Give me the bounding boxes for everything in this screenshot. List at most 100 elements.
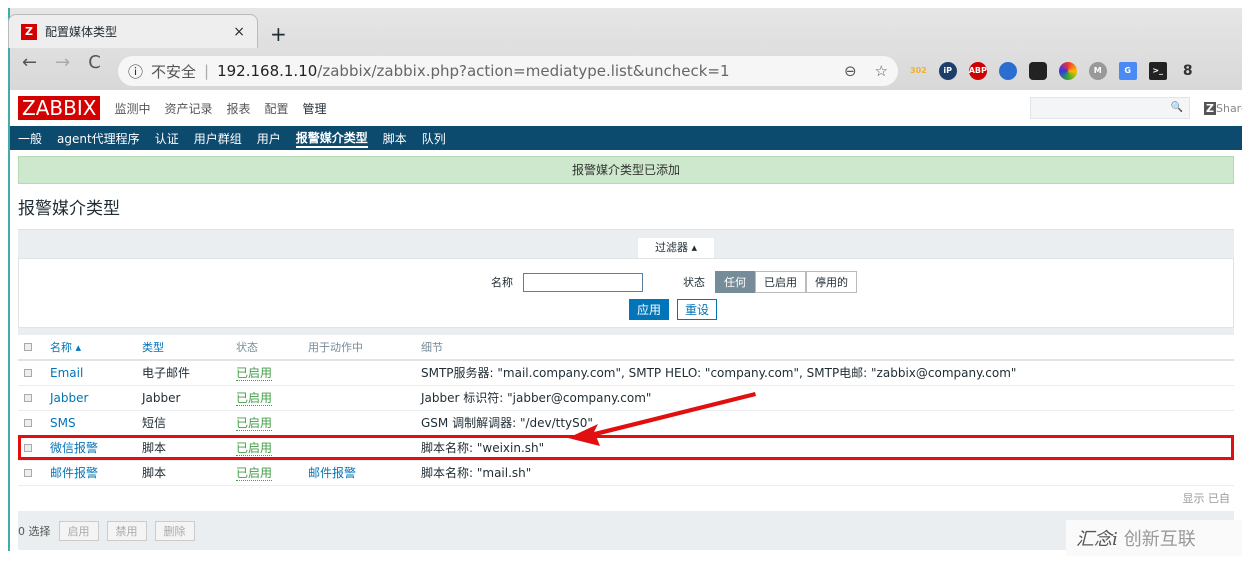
media-type-name-link[interactable]: Email	[50, 360, 142, 386]
row-checkbox[interactable]	[24, 368, 32, 377]
302-extension-icon[interactable]: 302	[910, 62, 927, 80]
filter-body: 名称 状态 任何 已启用 停用的 应用 重设	[18, 258, 1234, 328]
status-toggle[interactable]: 已启用	[236, 366, 273, 382]
watermark-logo: 汇念i 创新互联	[1066, 520, 1242, 556]
media-type-type: 脚本	[142, 435, 236, 461]
media-type-name-link[interactable]: SMS	[50, 410, 142, 436]
col-name[interactable]: 名称 ▴	[50, 335, 142, 361]
action-link[interactable]: 邮件报警	[308, 460, 421, 486]
url-path: /zabbix/zabbix.php?action=mediatype.list…	[317, 62, 730, 80]
reset-button[interactable]: 重设	[677, 299, 718, 320]
subnav-general[interactable]: 一般	[18, 130, 42, 147]
subnav-authentication[interactable]: 认证	[155, 130, 179, 147]
disable-button[interactable]: 禁用	[106, 520, 147, 541]
col-type[interactable]: 类型	[142, 335, 236, 361]
name-filter-input[interactable]	[523, 272, 643, 292]
status-label: 状态	[683, 276, 705, 289]
page-title: 报警媒介类型	[18, 199, 120, 219]
mass-actions: 0 选择 启用 禁用 删除	[18, 511, 1234, 550]
wifi-extension-icon[interactable]	[1028, 62, 1047, 80]
zoom-icon[interactable]: ⊖	[844, 62, 857, 80]
subnav-proxies[interactable]: agent代理程序	[57, 130, 140, 147]
close-tab-icon[interactable]: ×	[233, 24, 245, 40]
name-label: 名称	[491, 276, 513, 289]
m-extension-icon[interactable]: M	[1088, 62, 1107, 80]
ip-extension-icon[interactable]: iP	[938, 62, 957, 80]
row-checkbox[interactable]	[24, 418, 32, 427]
chrome-extension-icon[interactable]	[1058, 62, 1077, 80]
media-type-details: GSM 调制解调器: "/dev/ttyS0"	[421, 410, 1234, 436]
subnav-scripts[interactable]: 脚本	[383, 130, 407, 147]
action-link[interactable]	[308, 360, 421, 386]
apply-button[interactable]: 应用	[629, 299, 670, 320]
bookmark-star-icon[interactable]: ☆	[875, 62, 888, 80]
media-type-details: Jabber 标识符: "jabber@company.com"	[421, 385, 1234, 411]
row-checkbox[interactable]	[24, 443, 32, 452]
selected-count: 0 选择	[18, 524, 51, 538]
status-enabled[interactable]: 已启用	[755, 271, 806, 293]
subnav-user-groups[interactable]: 用户群组	[194, 130, 242, 147]
action-link[interactable]	[308, 385, 421, 411]
address-bar[interactable]: ⓘ 不安全 | 192.168.1.10/zabbix/zabbix.php?a…	[118, 56, 898, 86]
action-link[interactable]	[308, 410, 421, 436]
forward-icon[interactable]: →	[55, 52, 70, 73]
tab-title: 配置媒体类型	[45, 25, 118, 39]
sub-nav: 一般 agent代理程序 认证 用户群组 用户 报警媒介类型 脚本 队列	[10, 126, 1242, 150]
reload-icon[interactable]: C	[88, 52, 101, 73]
filter-panel: 过滤器 ▴ 名称 状态 任何 已启用 停用的 应用 重设	[18, 229, 1234, 335]
status-toggle[interactable]: 已启用	[236, 441, 273, 456]
status-segmented: 任何 已启用 停用的	[715, 271, 857, 293]
separator: |	[204, 62, 210, 80]
extension-icon[interactable]	[998, 62, 1017, 80]
search-input[interactable]: 🔍	[1030, 97, 1190, 119]
status-any[interactable]: 任何	[715, 271, 755, 293]
filter-tab[interactable]: 过滤器 ▴	[638, 238, 714, 258]
info-icon[interactable]: ⓘ	[128, 61, 143, 82]
action-link[interactable]	[308, 435, 421, 461]
search-icon[interactable]: 🔍	[1171, 102, 1183, 113]
table-row: Email 电子邮件 已启用 SMTP服务器: "mail.company.co…	[18, 360, 1234, 386]
adblock-icon[interactable]: ABP	[968, 62, 987, 80]
status-toggle[interactable]: 已启用	[236, 466, 273, 481]
media-type-name-link[interactable]: Jabber	[50, 385, 142, 411]
top-nav: ZABBIX 监测中 资产记录 报表 配置 管理 🔍 ZShare	[10, 90, 1242, 126]
menu-administration[interactable]: 管理	[303, 100, 327, 117]
user-extension-icon[interactable]: 8	[1179, 62, 1197, 80]
translate-icon[interactable]: G	[1118, 62, 1137, 80]
subnav-users[interactable]: 用户	[257, 130, 281, 147]
menu-configuration[interactable]: 配置	[264, 100, 288, 117]
new-tab-button[interactable]: +	[270, 22, 287, 46]
browser-tab[interactable]: Z 配置媒体类型 ×	[8, 14, 258, 48]
enable-button[interactable]: 启用	[58, 520, 99, 541]
menu-inventory[interactable]: 资产记录	[164, 100, 212, 117]
media-type-details: 脚本名称: "weixin.sh"	[421, 435, 1234, 461]
status-disabled[interactable]: 停用的	[806, 271, 857, 293]
share-link[interactable]: ZShare	[1204, 101, 1242, 115]
success-message: 报警媒介类型已添加	[18, 156, 1234, 184]
menu-reports[interactable]: 报表	[226, 100, 250, 117]
menu-monitoring[interactable]: 监测中	[114, 100, 150, 117]
subnav-media-types[interactable]: 报警媒介类型	[295, 129, 368, 148]
media-type-type: Jabber	[142, 385, 236, 411]
status-toggle[interactable]: 已启用	[236, 391, 273, 406]
zabbix-favicon: Z	[21, 23, 37, 40]
media-type-type: 脚本	[142, 460, 236, 486]
watermark-text-b: 创新互联	[1123, 529, 1196, 550]
media-type-details: 脚本名称: "mail.sh"	[421, 460, 1234, 486]
extensions-bar: 302 iP ABP M G >_ 8	[910, 62, 1197, 80]
row-checkbox[interactable]	[24, 393, 32, 402]
back-icon[interactable]: ←	[22, 52, 37, 73]
delete-button[interactable]: 删除	[154, 520, 195, 541]
select-all-checkbox[interactable]	[24, 342, 32, 351]
nav-buttons: ← → C	[10, 52, 101, 73]
status-toggle[interactable]: 已启用	[236, 416, 273, 431]
zabbix-logo[interactable]: ZABBIX	[18, 96, 101, 120]
row-checkbox[interactable]	[24, 468, 32, 477]
terminal-icon[interactable]: >_	[1148, 62, 1167, 80]
media-type-name-link[interactable]: 邮件报警	[50, 460, 142, 486]
media-type-name-link[interactable]: 微信报警	[50, 435, 142, 461]
watermark-text-a: 汇念i	[1076, 529, 1118, 550]
desktop-strip	[0, 0, 1242, 8]
subnav-queue[interactable]: 队列	[422, 130, 446, 147]
display-count: 显示 已自	[18, 485, 1234, 512]
